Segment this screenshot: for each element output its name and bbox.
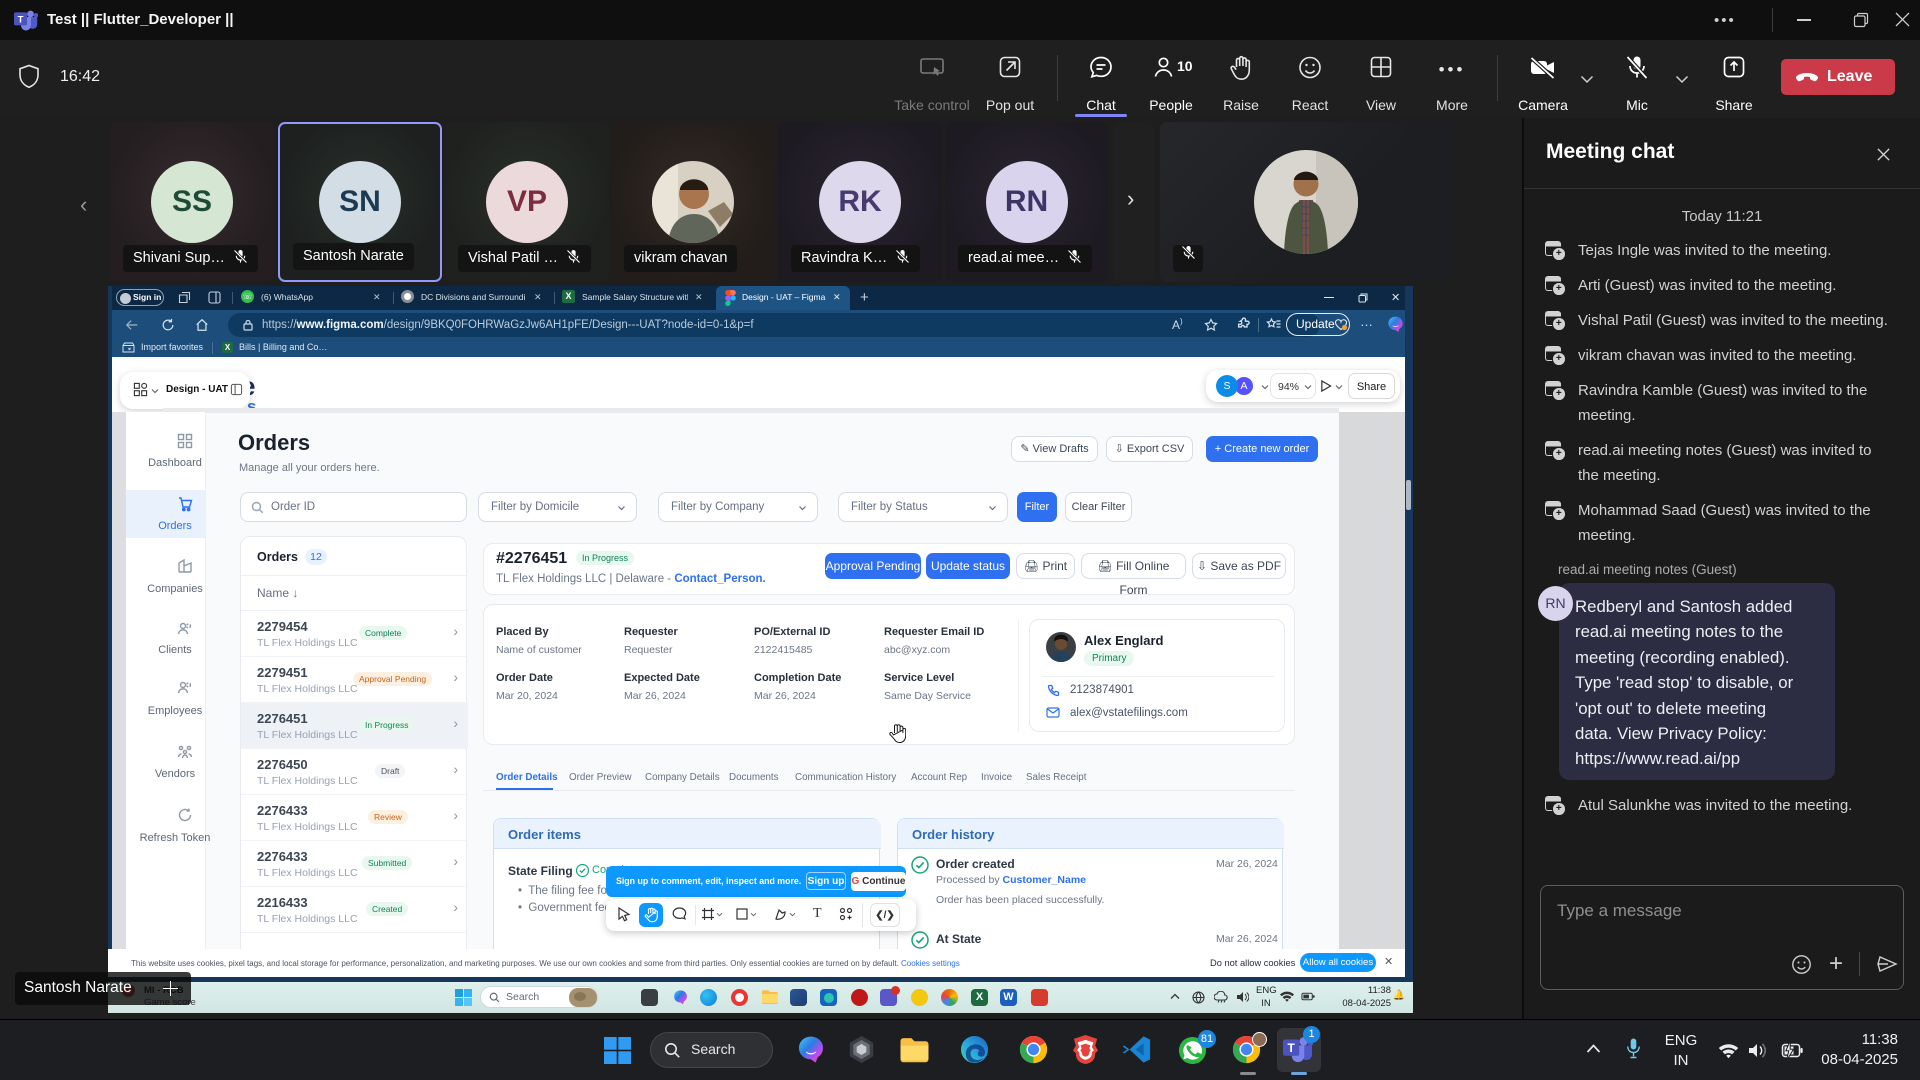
- svg-text:T: T: [1288, 1041, 1296, 1055]
- svg-text:T: T: [18, 15, 24, 26]
